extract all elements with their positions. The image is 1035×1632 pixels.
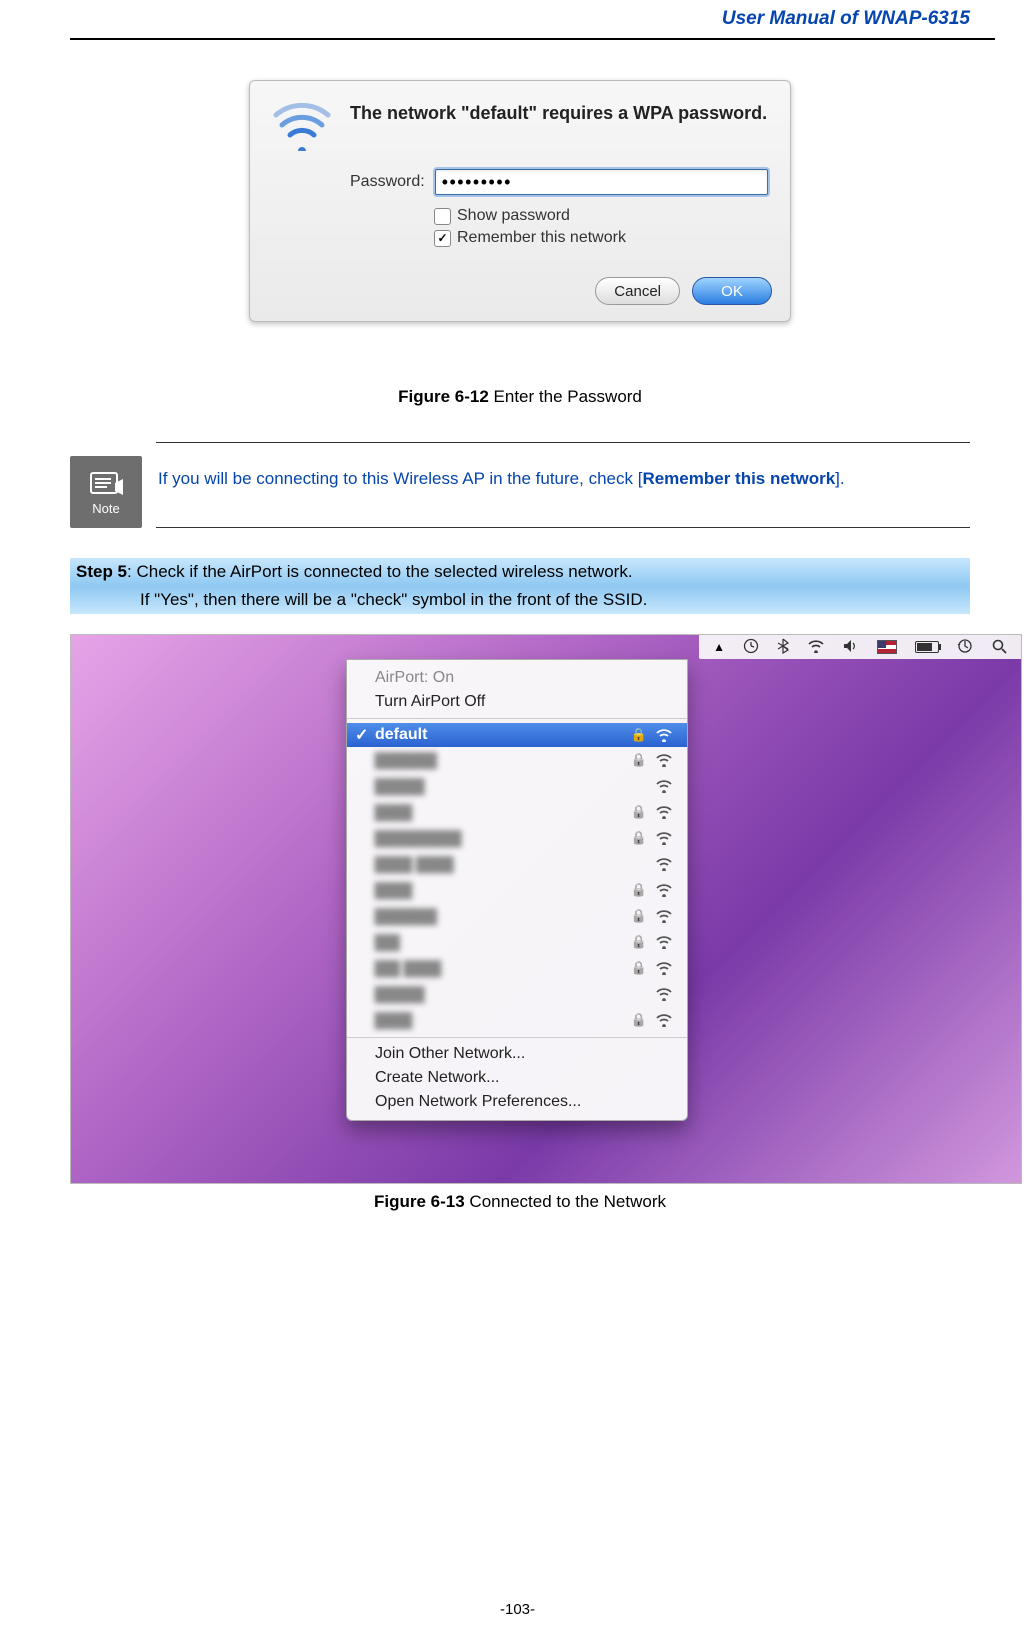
ssid-blurred: ▇▇▇	[375, 880, 412, 900]
ssid-blurred: ▇▇▇▇	[375, 984, 424, 1004]
ssid-blurred: ▇▇▇	[375, 1010, 412, 1030]
step-line2: If "Yes", then there will be a "check" s…	[140, 590, 647, 609]
figure-text: Enter the Password	[489, 387, 642, 406]
network-item[interactable]: ▇▇▇▇▇▇▇	[347, 825, 687, 851]
signal-icon	[655, 857, 673, 871]
network-item[interactable]: ▇▇▇	[347, 1007, 687, 1033]
wifi-menubar-icon[interactable]	[807, 639, 825, 656]
join-other-network[interactable]: Join Other Network...	[347, 1042, 687, 1066]
lock-icon	[631, 829, 647, 847]
airport-dropdown: AirPort: On Turn AirPort Off ✓ default ▇…	[346, 659, 688, 1121]
check-icon: ✓	[355, 725, 368, 745]
signal-icon	[655, 935, 673, 949]
spotlight-icon[interactable]	[991, 638, 1007, 657]
wpa-password-dialog: The network "default" requires a WPA pas…	[249, 80, 791, 322]
create-network[interactable]: Create Network...	[347, 1066, 687, 1090]
signal-icon	[655, 883, 673, 897]
ssid-blurred: ▇▇▇	[375, 802, 412, 822]
ssid-blurred: ▇▇▇▇▇▇▇	[375, 828, 461, 848]
clock-icon[interactable]	[743, 638, 759, 657]
show-password-label: Show password	[457, 207, 570, 225]
step-5-block: Step 5: Check if the AirPort is connecte…	[70, 558, 970, 614]
ssid-blurred: ▇▇	[375, 932, 400, 952]
password-input[interactable]	[435, 169, 768, 195]
signal-icon	[655, 987, 673, 1001]
lock-icon	[631, 751, 647, 769]
lock-icon	[631, 933, 647, 951]
note-label: Note	[92, 501, 119, 516]
note-text-post: ].	[835, 469, 844, 488]
figure-number: Figure 6-12	[398, 387, 489, 406]
ssid-label: default	[375, 726, 427, 744]
airport-status: AirPort: On	[347, 666, 687, 690]
signal-icon	[655, 1013, 673, 1027]
turn-airport-off[interactable]: Turn AirPort Off	[347, 690, 687, 714]
signal-icon	[655, 909, 673, 923]
dialog-message: The network "default" requires a WPA pas…	[350, 103, 767, 151]
figure-text: Connected to the Network	[465, 1192, 666, 1211]
network-item[interactable]: ▇▇▇	[347, 877, 687, 903]
lock-icon	[631, 959, 647, 977]
eject-icon[interactable]: ▲	[713, 640, 725, 654]
ok-button[interactable]: OK	[692, 277, 772, 305]
ssid-blurred: ▇▇ ▇▇▇	[375, 958, 441, 978]
note-block: Note If you will be connecting to this W…	[70, 442, 970, 528]
network-item[interactable]: ▇▇ ▇▇▇	[347, 955, 687, 981]
open-network-preferences[interactable]: Open Network Preferences...	[347, 1090, 687, 1114]
step-label: Step 5	[76, 562, 127, 581]
airport-menu-screenshot: ▲ AirPort: On Turn AirPor	[70, 634, 1022, 1184]
cancel-button[interactable]: Cancel	[595, 277, 680, 305]
input-flag-icon[interactable]	[877, 640, 897, 654]
lock-icon	[631, 803, 647, 821]
figure-6-12-caption: Figure 6-12 Enter the Password	[70, 387, 970, 407]
signal-icon	[655, 805, 673, 819]
network-item[interactable]: ▇▇▇▇▇	[347, 747, 687, 773]
note-keyword: Remember this network	[642, 469, 835, 488]
signal-icon	[655, 831, 673, 845]
header-rule	[70, 38, 995, 40]
signal-icon	[655, 961, 673, 975]
page-number: -103-	[0, 1601, 1035, 1618]
battery-icon[interactable]	[915, 641, 939, 653]
menubar-status-area: ▲	[699, 635, 1021, 659]
lock-icon	[631, 881, 647, 899]
separator	[347, 718, 687, 719]
show-password-checkbox[interactable]	[434, 208, 451, 225]
network-item[interactable]: ▇▇▇	[347, 799, 687, 825]
password-label: Password:	[350, 173, 425, 191]
volume-icon[interactable]	[843, 639, 859, 656]
signal-icon	[655, 753, 673, 767]
lock-icon	[631, 726, 647, 744]
note-text: If you will be connecting to this Wirele…	[156, 442, 970, 528]
lock-icon	[631, 907, 647, 925]
network-item[interactable]: ▇▇▇▇	[347, 981, 687, 1007]
ssid-blurred: ▇▇▇▇	[375, 776, 424, 796]
timemachine-icon[interactable]	[957, 638, 973, 657]
ssid-blurred: ▇▇▇▇▇	[375, 750, 437, 770]
figure-6-13-caption: Figure 6-13 Connected to the Network	[70, 1192, 970, 1212]
network-item[interactable]: ▇▇▇▇▇	[347, 903, 687, 929]
separator	[347, 1037, 687, 1038]
signal-icon	[655, 728, 673, 742]
ssid-blurred: ▇▇▇▇▇	[375, 906, 437, 926]
signal-icon	[655, 779, 673, 793]
network-item-selected[interactable]: ✓ default	[347, 723, 687, 747]
figure-number: Figure 6-13	[374, 1192, 465, 1211]
bluetooth-icon[interactable]	[777, 638, 789, 657]
ssid-blurred: ▇▇▇ ▇▇▇	[375, 854, 453, 874]
remember-network-label: Remember this network	[457, 229, 626, 247]
remember-network-checkbox[interactable]	[434, 230, 451, 247]
network-item[interactable]: ▇▇	[347, 929, 687, 955]
lock-icon	[631, 1011, 647, 1029]
network-item[interactable]: ▇▇▇ ▇▇▇	[347, 851, 687, 877]
page-header: User Manual of WNAP-6315	[0, 0, 1035, 38]
step-line1: : Check if the AirPort is connected to t…	[127, 562, 633, 581]
note-text-pre: If you will be connecting to this Wirele…	[158, 469, 642, 488]
network-item[interactable]: ▇▇▇▇	[347, 773, 687, 799]
note-icon: Note	[70, 456, 142, 528]
wifi-icon	[272, 103, 332, 151]
